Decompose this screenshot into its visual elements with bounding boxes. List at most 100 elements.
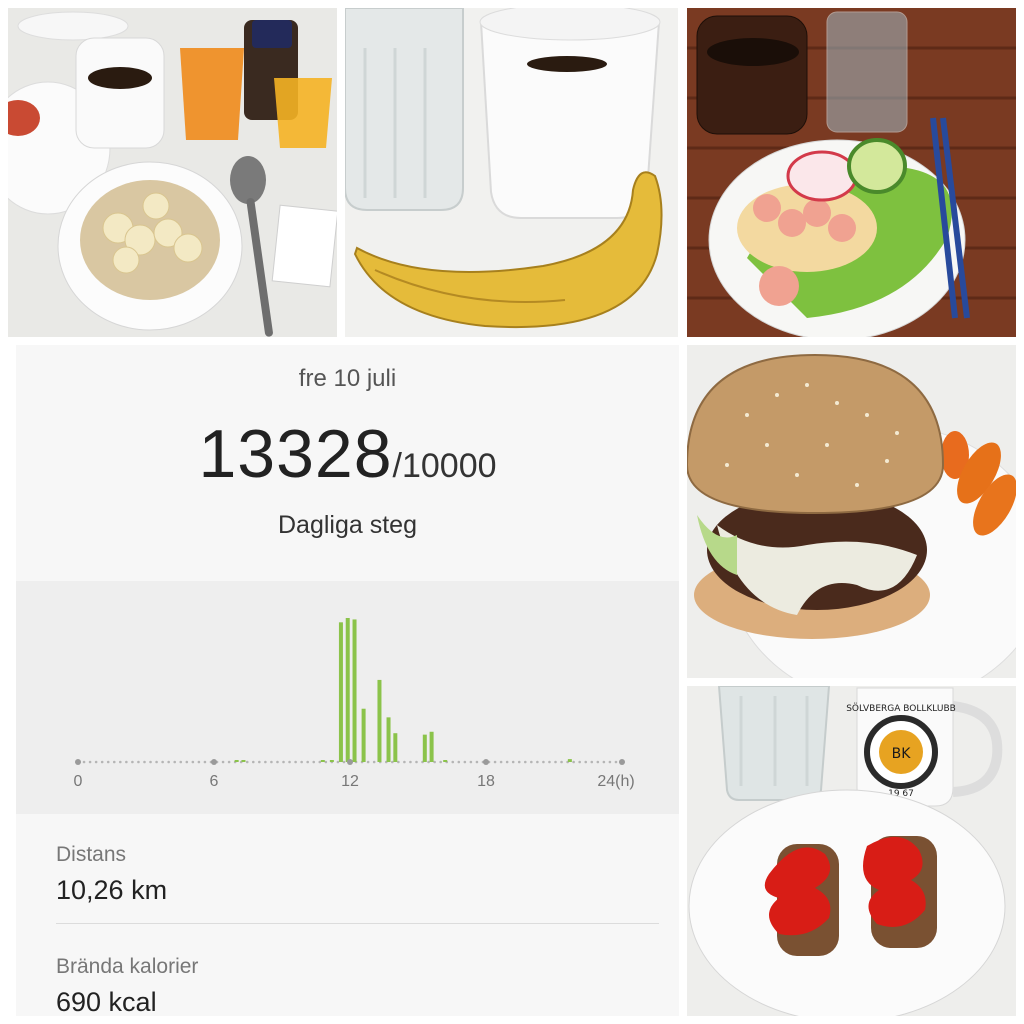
hourly-steps-bar <box>329 760 334 762</box>
axis-dot <box>276 760 279 764</box>
axis-dot <box>505 760 509 764</box>
hourly-steps-bar <box>241 760 246 762</box>
x-tick-label: 0 <box>74 773 83 790</box>
daily-steps-panel: fre 10 juli 13328/10000 Dagliga steg 0 6 1… <box>16 345 679 1016</box>
axis-dot <box>100 760 104 764</box>
hourly-steps-bar <box>361 708 366 762</box>
axis-dot <box>306 760 309 764</box>
axis-dot <box>264 760 267 764</box>
mug-logo-text: SÖLVBERGA BOLLKLUBB <box>846 703 956 714</box>
step-count: 13328/10000 <box>16 415 679 493</box>
axis-dot <box>409 760 412 764</box>
axis-dot <box>258 760 261 764</box>
axis-dot <box>245 760 249 764</box>
axis-dot <box>197 760 201 764</box>
axis-dot <box>143 760 146 764</box>
axis-dot <box>161 760 164 764</box>
axis-dot <box>88 760 92 764</box>
axis-dot <box>578 760 581 764</box>
axis-dot <box>602 760 606 764</box>
hourly-steps-chart: 0 6 12 18 24(h) <box>16 581 679 814</box>
date-label: fre 10 juli <box>298 365 397 392</box>
axis-dot <box>590 760 594 764</box>
axis-dot <box>554 760 557 764</box>
axis-dot <box>415 760 418 764</box>
axis-dot <box>499 760 503 764</box>
axis-dot <box>475 760 479 764</box>
axis-dot <box>149 760 152 764</box>
axis-dot <box>542 760 545 764</box>
hourly-steps-bar <box>320 760 325 762</box>
axis-dot <box>391 760 394 764</box>
axis-dot <box>227 760 231 764</box>
divider <box>56 923 659 924</box>
hourly-steps-bar <box>567 759 572 762</box>
axis-dot <box>403 760 406 764</box>
axis-dot <box>523 760 527 764</box>
axis-dot <box>493 760 497 764</box>
hourly-steps-bar <box>443 760 448 762</box>
breakfast-photo <box>8 8 337 337</box>
axis-dot <box>191 760 195 764</box>
axis-dot <box>294 760 297 764</box>
axis-dot <box>185 760 189 764</box>
shrimp-sandwich-photo <box>687 8 1016 337</box>
axis-dot <box>312 760 316 764</box>
axis-dot <box>451 760 455 764</box>
axis-dot <box>318 760 322 764</box>
axis-dot <box>596 760 600 764</box>
x-tick-label: 12 <box>341 773 359 790</box>
axis-dot <box>463 760 467 764</box>
axis-dot <box>366 760 370 764</box>
axis-dot <box>530 760 533 764</box>
axis-dot <box>336 760 340 764</box>
hourly-steps-bar <box>429 731 434 762</box>
axis-dot <box>511 760 515 764</box>
axis-dot <box>112 760 116 764</box>
axis-tick <box>211 759 217 765</box>
axis-dot <box>251 760 255 764</box>
axis-dot <box>584 760 588 764</box>
steps-goal: /10000 <box>392 447 497 485</box>
steps-title: Dagliga steg <box>278 511 417 539</box>
axis-dot <box>517 760 521 764</box>
axis-dot <box>439 760 442 764</box>
mug-logo-letters: BK <box>892 746 912 762</box>
burger-photo <box>687 345 1016 678</box>
coffee-banana-photo <box>345 8 678 337</box>
hourly-steps-bar <box>422 734 427 762</box>
distance-label: Distans <box>56 843 127 866</box>
x-tick-label: 24(h) <box>597 773 634 790</box>
hourly-steps-bar <box>386 717 391 762</box>
axis-dot <box>457 760 461 764</box>
axis-dot <box>572 760 575 764</box>
axis-dot <box>548 760 551 764</box>
calories-label: Brända kalorier <box>56 955 199 978</box>
axis-dot <box>397 760 400 764</box>
axis-dot <box>155 760 158 764</box>
axis-dot <box>427 760 430 764</box>
hourly-steps-bar <box>338 622 343 762</box>
axis-dot <box>372 760 376 764</box>
axis-dot <box>106 760 110 764</box>
hourly-steps-bar <box>234 760 239 762</box>
axis-tick <box>483 759 489 765</box>
axis-dot <box>125 760 128 764</box>
axis-dot <box>469 760 473 764</box>
hourly-steps-bar <box>345 618 350 762</box>
axis-dot <box>131 760 134 764</box>
axis-dot <box>433 760 436 764</box>
axis-dot <box>300 760 303 764</box>
x-tick-label: 18 <box>477 773 495 790</box>
axis-dot <box>536 760 539 764</box>
distance-value: 10,26 km <box>56 875 168 905</box>
axis-dot <box>137 760 140 764</box>
axis-dot <box>270 760 273 764</box>
axis-tick <box>347 759 353 765</box>
axis-dot <box>82 760 86 764</box>
axis-tick <box>75 759 81 765</box>
axis-dot <box>94 760 98 764</box>
axis-dot <box>119 760 122 764</box>
x-tick-label: 6 <box>210 773 219 790</box>
axis-dot <box>179 760 183 764</box>
